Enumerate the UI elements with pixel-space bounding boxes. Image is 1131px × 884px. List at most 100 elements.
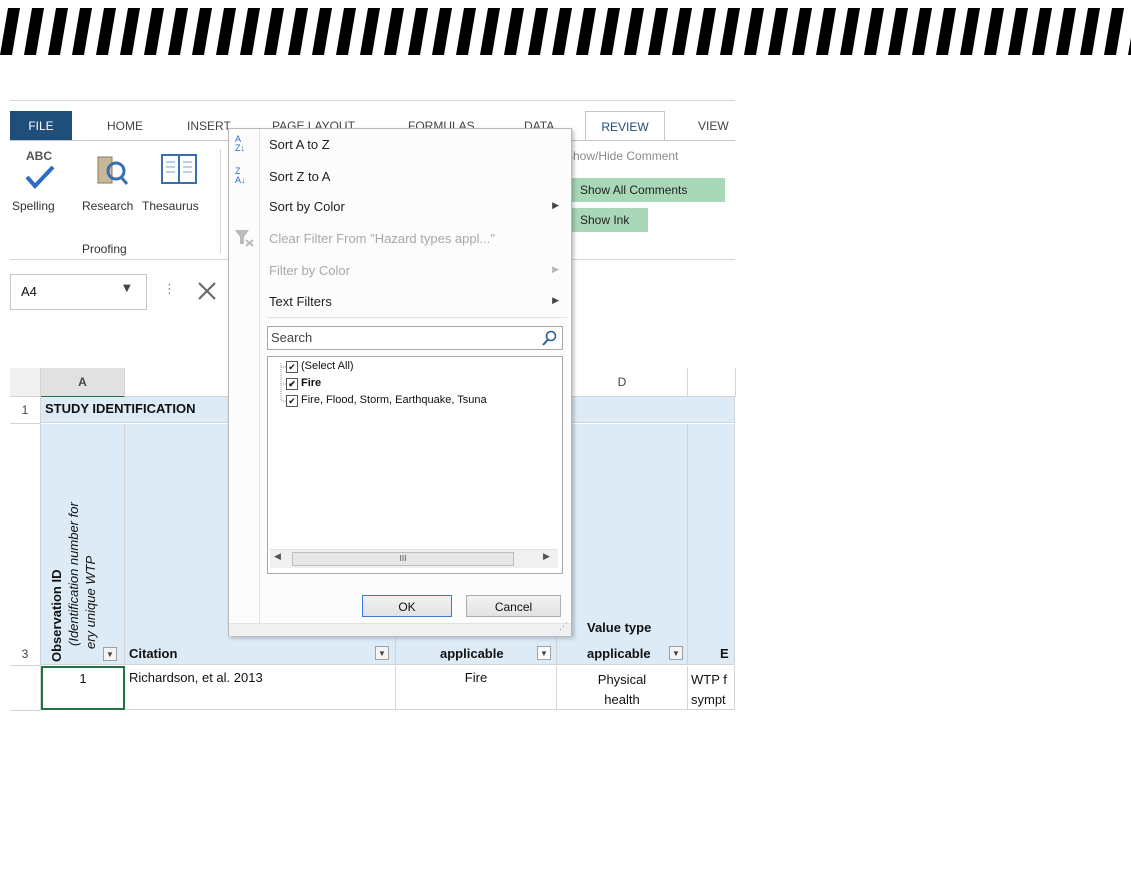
scroll-right-icon[interactable]: ▶ [543,552,550,562]
filter-button-c[interactable]: ▼ [537,646,551,660]
menu-gutter-line [259,129,260,629]
scroll-left-icon[interactable]: ◀ [274,552,281,562]
value-type-header-2: applicable [587,646,651,661]
row1-title-text: STUDY IDENTIFICATION [45,401,196,416]
show-hide-comment-label: Show/Hide Comment [565,149,679,163]
value-type-header-1: Value type [587,620,652,635]
sort-az-icon: A Z↓ [235,134,245,153]
name-box-value: A4 [21,284,37,299]
value-type-header-cell[interactable]: Value type applicable ▼ [557,424,688,665]
filter-item-fire[interactable]: ✔ Fire [286,377,321,390]
thesaurus-label: Thesaurus [142,199,199,213]
menu-text-filters[interactable]: Text Filters [269,294,332,309]
observation-id-header: Observation ID [49,569,64,662]
filter-item-label: (Select All) [301,360,354,372]
e-header: E [720,646,729,661]
tab-file[interactable]: FILE [10,111,72,141]
show-all-comments-button[interactable]: Show All Comments [562,178,725,202]
thesaurus-icon [161,154,197,184]
scroll-thumb-grip: III [399,554,407,563]
checkbox-checked-icon[interactable]: ✔ [286,361,298,373]
cancel-button[interactable]: Cancel [466,595,561,617]
e-line-1: WTP f [691,672,727,687]
column-header-a[interactable]: A [41,368,125,398]
column-header-e[interactable] [688,368,736,397]
show-ink-button[interactable]: Show Ink [562,208,648,232]
tab-view[interactable]: VIEW [698,119,729,133]
menu-filter-by-color[interactable]: Filter by Color [269,263,350,278]
show-ink-label: Show Ink [580,213,630,227]
scroll-thumb[interactable]: III [292,552,514,566]
e-line-2: sympt [691,692,726,707]
menu-sort-by-color[interactable]: Sort by Color [269,199,345,214]
e-header-cell[interactable]: E [688,424,735,665]
filter-item-select-all[interactable]: ✔ (Select All) [286,360,354,373]
proofing-group-label: Proofing [82,242,127,256]
e-cell[interactable]: WTP f sympt [688,666,735,710]
hazard-cell[interactable]: Fire [396,666,557,710]
citation-cell[interactable]: Richardson, et al. 2013 [125,666,396,710]
filter-button-a[interactable]: ▼ [103,647,117,661]
search-placeholder: Search [271,330,313,345]
decorative-stripes [0,0,1131,60]
menu-sort-a-to-z[interactable]: Sort A to Z [269,137,330,152]
search-input[interactable]: Search [267,326,563,350]
submenu-arrow-icon: ▶ [552,201,559,211]
show-hide-comment-button[interactable]: Show/Hide Comment [565,149,678,163]
research-label: Research [82,199,134,213]
autofilter-dropdown: A Z↓ Sort A to Z Z A↓ Sort Z to A Sort by … [228,128,572,636]
stripes-graphic [0,0,1131,60]
name-box[interactable]: A4 ▼ [10,274,147,310]
filter-button-d[interactable]: ▼ [669,646,683,660]
thesaurus-button[interactable]: Thesaurus [142,147,212,227]
column-header-d[interactable]: D [557,368,688,397]
observation-id-cell[interactable]: 1 [41,666,125,710]
tab-review[interactable]: REVIEW [585,111,665,142]
select-all-corner[interactable] [10,368,41,397]
chevron-down-icon[interactable]: ▼ [123,283,131,294]
cancel-entry-icon[interactable] [196,280,218,302]
hazard-header: applicable [440,646,504,661]
menu-separator [267,317,567,318]
spelling-label: Spelling [12,199,55,213]
clear-filter-icon [235,230,254,247]
checkmark-icon [25,165,55,189]
tab-home[interactable]: HOME [107,119,143,133]
row-header-1[interactable]: 1 [10,397,41,424]
ok-button[interactable]: OK [362,595,452,617]
sort-za-icon: Z A↓ [235,166,246,185]
observation-id-value: 1 [79,671,87,686]
observation-id-desc-2: ery unique WTP [83,555,98,649]
menu-clear-filter[interactable]: Clear Filter From "Hazard types appl..." [269,231,495,246]
row-header-3[interactable]: 3 [10,424,41,666]
resize-bar: ⋰ [229,622,571,636]
filter-button-b[interactable]: ▼ [375,646,389,660]
observation-id-header-cell[interactable]: Observation ID (Identification number fo… [41,424,125,665]
tab-insert[interactable]: INSERT [187,119,231,133]
resize-grip-icon[interactable]: ⋰ [559,622,568,632]
filter-item-label: Fire, Flood, Storm, Earthquake, Tsuna [301,394,487,406]
observation-id-desc-1: (Identification number for [66,502,81,646]
value-type-cell[interactable]: Physical health [557,666,688,710]
filter-item-label: Fire [301,377,322,389]
citation-value: Richardson, et al. 2013 [129,670,263,685]
row-header-4[interactable] [10,666,41,711]
research-icon [97,156,129,185]
filter-value-list: ✔ (Select All) ✔ Fire ✔ Fire, Flood, Storm,… [267,356,563,574]
hazard-value: Fire [464,670,488,685]
more-options-icon: ⋮ [163,282,176,297]
horizontal-scrollbar[interactable]: ◀ III ▶ [270,549,558,568]
submenu-arrow-icon: ▶ [552,265,559,275]
citation-header: Citation [129,646,178,661]
value-type-line-2: health [604,692,640,707]
menu-sort-z-to-a[interactable]: Sort Z to A [269,169,330,184]
value-type-line-1: Physical [597,672,647,687]
search-icon [542,330,557,346]
spelling-button[interactable]: ABC Spelling [12,147,82,227]
checkbox-checked-icon[interactable]: ✔ [286,378,298,390]
checkbox-checked-icon[interactable]: ✔ [286,395,298,407]
submenu-arrow-icon: ▶ [552,296,559,306]
research-button[interactable]: Research [82,147,142,227]
filter-item-multi-hazard[interactable]: ✔ Fire, Flood, Storm, Earthquake, Tsuna [286,394,487,407]
group-divider [220,149,221,253]
